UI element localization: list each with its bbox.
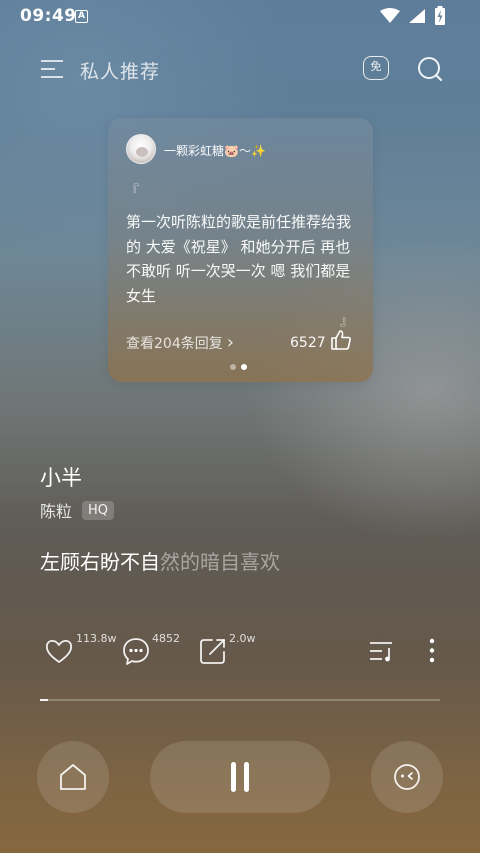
- quote-close-mark: 』: [339, 314, 353, 329]
- status-time: 09:49: [20, 6, 77, 26]
- pause-button[interactable]: [150, 741, 330, 813]
- like-count: 113.8w: [76, 632, 117, 645]
- comment-count: 4852: [152, 632, 180, 645]
- lyric-sung-part: 左顾右盼不自: [40, 550, 160, 574]
- status-bar: 09:49 A: [0, 0, 480, 32]
- heart-icon: [45, 639, 73, 663]
- pager-dot-active: [241, 364, 247, 370]
- pause-icon: [231, 762, 249, 792]
- share-count: 2.0w: [229, 632, 256, 645]
- status-icons: [380, 6, 446, 26]
- playback-controls: [0, 740, 480, 814]
- mood-icon: [394, 764, 420, 790]
- menu-icon[interactable]: [40, 58, 64, 80]
- share-icon: [200, 639, 225, 664]
- top-bar: 私人推荐 免: [0, 50, 480, 90]
- avatar[interactable]: [126, 134, 156, 164]
- progress-fill: [40, 699, 48, 701]
- lyric-unsung-part: 然的暗自喜欢: [160, 550, 280, 574]
- quality-badge[interactable]: HQ: [82, 500, 115, 520]
- action-row: 113.8w 4852 2.0w: [0, 628, 480, 678]
- pager-dot: [230, 364, 236, 370]
- chevron-right-icon: ›: [226, 332, 234, 353]
- comment-like-count: 6527: [290, 335, 326, 351]
- playlist-icon: [370, 642, 392, 662]
- song-title: 小半: [40, 466, 82, 490]
- signal-icon: [409, 9, 425, 23]
- artist-row: 陈粒 HQ: [40, 498, 115, 522]
- wifi-icon: [380, 8, 400, 23]
- comment-username[interactable]: 一颗彩虹糖🐷～✨: [164, 142, 266, 159]
- like-thumb-icon[interactable]: [330, 329, 352, 351]
- free-icon[interactable]: 免: [363, 56, 389, 80]
- card-pager: [230, 364, 247, 370]
- mood-button[interactable]: [371, 741, 443, 813]
- hot-comment-card[interactable]: 一颗彩虹糖🐷～✨ 『 第一次听陈粒的歌是前任推荐给我的 大爱《祝星》 和她分开后…: [108, 118, 373, 382]
- progress-bar[interactable]: [40, 699, 440, 701]
- notification-a-icon: A: [75, 10, 88, 23]
- comment-icon: [123, 638, 149, 665]
- search-icon[interactable]: [416, 55, 444, 83]
- view-replies-label: 查看204条回复: [126, 336, 223, 352]
- current-lyric[interactable]: 左顾右盼不自然的暗自喜欢: [40, 546, 280, 575]
- comment-text: 第一次听陈粒的歌是前任推荐给我的 大爱《祝星》 和她分开后 再也不敢听 听一次哭…: [126, 213, 352, 305]
- page-title: 私人推荐: [80, 61, 161, 83]
- home-button[interactable]: [37, 741, 109, 813]
- view-replies-link[interactable]: 查看204条回复 ›: [126, 333, 234, 353]
- battery-icon: [435, 6, 445, 25]
- home-icon: [60, 764, 86, 790]
- artist-name[interactable]: 陈粒: [40, 498, 72, 522]
- quote-open-mark: 『: [126, 184, 140, 199]
- more-icon: [429, 638, 435, 663]
